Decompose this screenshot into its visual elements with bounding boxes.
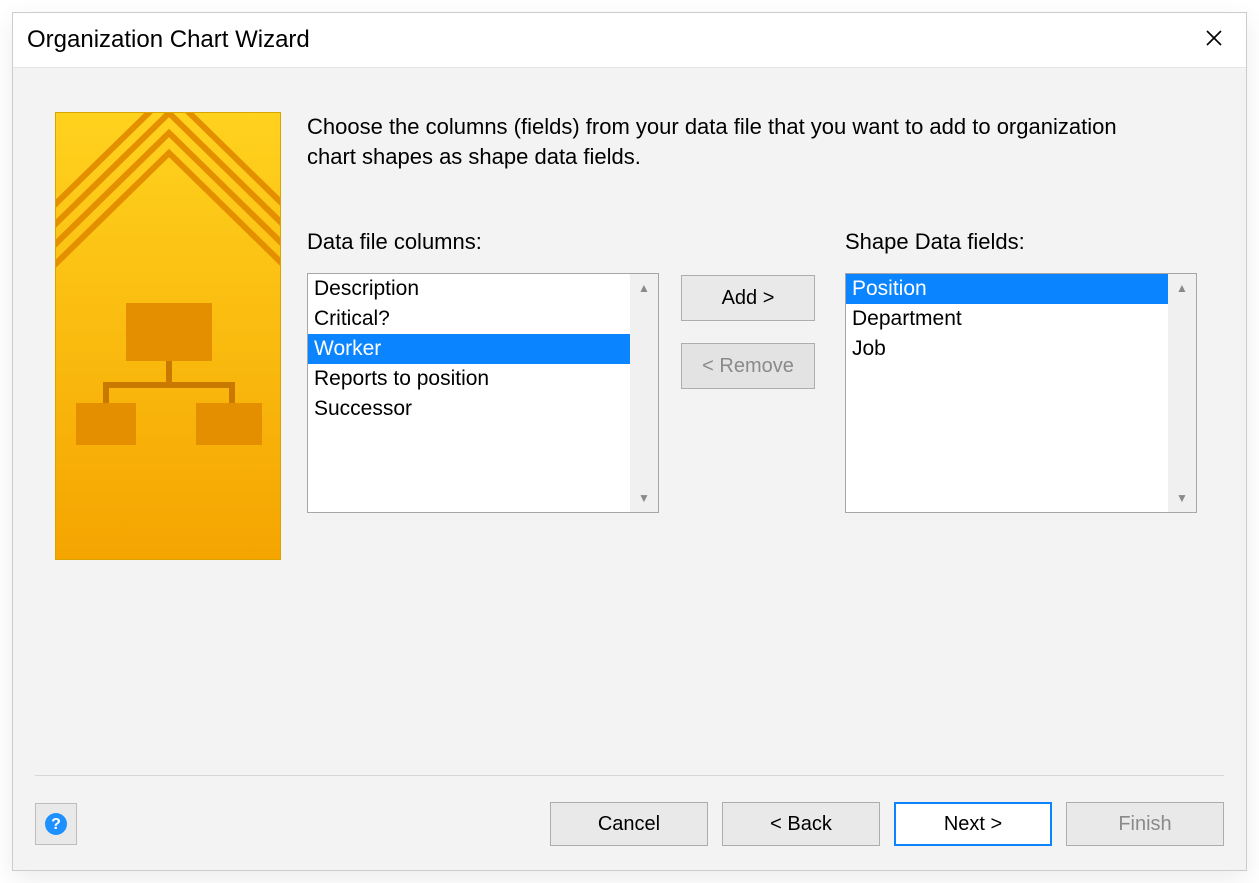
data-file-columns-listbox[interactable]: DescriptionCritical?WorkerReports to pos… [307, 273, 659, 513]
content-area: Choose the columns (fields) from your da… [13, 67, 1246, 870]
list-item[interactable]: Job [846, 334, 1168, 364]
listbox-scrollbar[interactable]: ▲ ▼ [1168, 274, 1196, 512]
list-item[interactable]: Description [308, 274, 630, 304]
wizard-illustration [55, 112, 281, 560]
list-item[interactable]: Worker [308, 334, 630, 364]
shape-data-fields-label: Shape Data fields: [845, 229, 1197, 255]
finish-button[interactable]: Finish [1066, 802, 1224, 846]
close-button[interactable] [1196, 24, 1232, 56]
shape-data-fields-listbox[interactable]: PositionDepartmentJob ▲ ▼ [845, 273, 1197, 513]
svg-text:?: ? [51, 816, 61, 833]
dialog-title: Organization Chart Wizard [27, 26, 310, 54]
titlebar: Organization Chart Wizard [13, 13, 1246, 67]
next-button[interactable]: Next > [894, 802, 1052, 846]
scroll-down-icon[interactable]: ▼ [630, 484, 658, 512]
list-item[interactable]: Position [846, 274, 1168, 304]
wizard-dialog: Organization Chart Wizard [12, 12, 1247, 871]
instruction-text: Choose the columns (fields) from your da… [307, 112, 1147, 171]
remove-button[interactable]: < Remove [681, 343, 815, 389]
list-item[interactable]: Successor [308, 394, 630, 424]
help-button[interactable]: ? [35, 803, 77, 845]
cancel-button[interactable]: Cancel [550, 802, 708, 846]
add-button[interactable]: Add > [681, 275, 815, 321]
list-item[interactable]: Department [846, 304, 1168, 334]
listbox-scrollbar[interactable]: ▲ ▼ [630, 274, 658, 512]
back-button[interactable]: < Back [722, 802, 880, 846]
data-file-columns-label: Data file columns: [307, 229, 659, 255]
scroll-up-icon[interactable]: ▲ [630, 274, 658, 302]
footer-separator [35, 775, 1224, 776]
scroll-down-icon[interactable]: ▼ [1168, 484, 1196, 512]
list-item[interactable]: Reports to position [308, 364, 630, 394]
scroll-up-icon[interactable]: ▲ [1168, 274, 1196, 302]
list-item[interactable]: Critical? [308, 304, 630, 334]
